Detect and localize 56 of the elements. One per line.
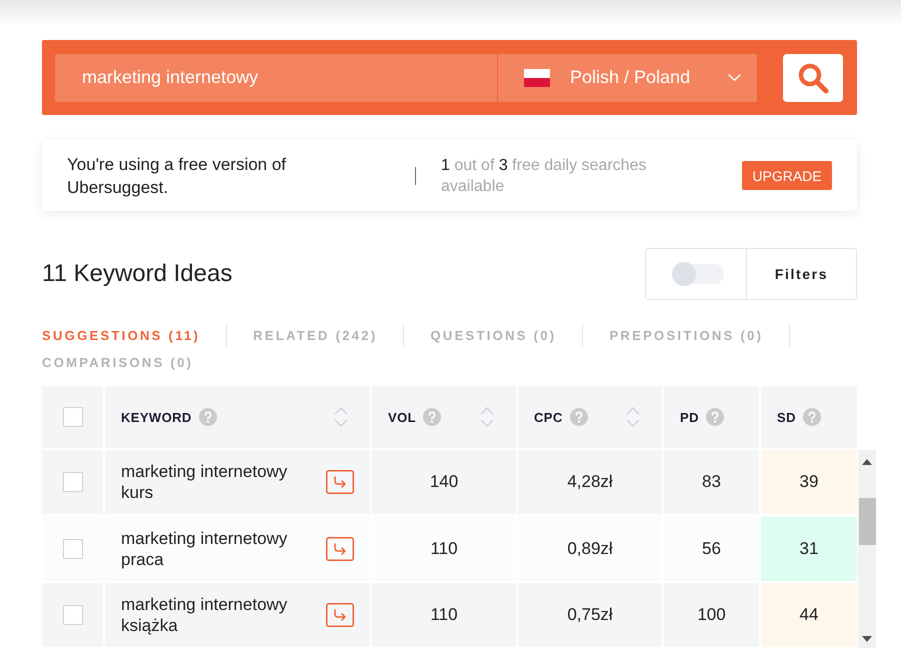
checkbox[interactable] <box>62 407 82 427</box>
table-cell: 110 <box>372 516 516 581</box>
checkbox[interactable] <box>62 605 82 626</box>
table-cell: 100 <box>664 583 759 648</box>
toggle-switch[interactable] <box>672 264 724 284</box>
sort-icon[interactable] <box>626 406 640 428</box>
column-header[interactable]: VOL <box>372 386 516 448</box>
quota-text: 1 out of 3 free daily searches available <box>441 156 648 196</box>
help-icon[interactable] <box>198 408 217 426</box>
scrollbar-thumb[interactable] <box>858 498 876 545</box>
help-icon[interactable] <box>706 408 724 426</box>
search-icon <box>797 62 829 94</box>
table-cell: 4,28zł <box>518 450 662 514</box>
table-cell: 140 <box>372 450 516 514</box>
tab[interactable]: COMPARISONS (0) <box>42 349 194 376</box>
tab[interactable]: RELATED (242) <box>253 322 378 349</box>
column-label: PD <box>680 410 699 424</box>
scrollbar[interactable] <box>858 450 876 648</box>
table-cell: 0,89zł <box>518 516 662 581</box>
keyword-text: marketing internetowy kurs <box>121 461 288 503</box>
search-field[interactable]: marketing internetowy <box>55 54 497 102</box>
scroll-up-icon[interactable] <box>862 459 872 465</box>
upgrade-button[interactable]: UPGRADE <box>742 161 832 190</box>
table-cell: 44 <box>761 583 857 648</box>
scroll-down-icon[interactable] <box>862 636 872 642</box>
tab[interactable]: PREPOSITIONS (0) <box>609 322 764 349</box>
language-dropdown[interactable]: Polish / Poland <box>498 54 757 102</box>
caret-icon <box>728 74 741 81</box>
tab[interactable]: QUESTIONS (0) <box>430 322 556 349</box>
table-cell: 83 <box>664 450 759 514</box>
keyword-text: marketing internetowy praca <box>121 528 288 570</box>
checkbox[interactable] <box>62 538 82 559</box>
sort-icon[interactable] <box>480 406 494 428</box>
table-cell: 0,75zł <box>518 583 662 648</box>
column-header[interactable]: KEYWORD <box>105 386 370 448</box>
search-button[interactable] <box>783 54 843 102</box>
column-header[interactable]: CPC <box>518 386 662 448</box>
column-label: KEYWORD <box>121 410 192 424</box>
help-icon[interactable] <box>422 408 441 426</box>
sort-icon[interactable] <box>334 406 348 428</box>
filters-button[interactable]: Filters <box>746 249 856 299</box>
flag-icon <box>524 68 550 86</box>
column-label: SD <box>777 410 796 424</box>
table-cell: 56 <box>664 516 759 581</box>
notice-text: You're using a free version of Ubersuggest. <box>67 154 288 198</box>
help-icon[interactable] <box>802 408 821 426</box>
keyword-text: marketing internetowy książka <box>121 594 288 636</box>
help-icon[interactable] <box>570 408 588 426</box>
column-label: VOL <box>388 410 416 424</box>
table-cell: 39 <box>761 450 857 514</box>
tab[interactable]: SUGGESTIONS (11) <box>42 322 200 349</box>
checkbox[interactable] <box>62 472 82 492</box>
column-label: CPC <box>534 410 563 424</box>
table-cell: 31 <box>761 516 857 581</box>
keyword-ideas-heading: 11 Keyword Ideas <box>42 260 232 288</box>
table-cell: 110 <box>372 583 516 648</box>
